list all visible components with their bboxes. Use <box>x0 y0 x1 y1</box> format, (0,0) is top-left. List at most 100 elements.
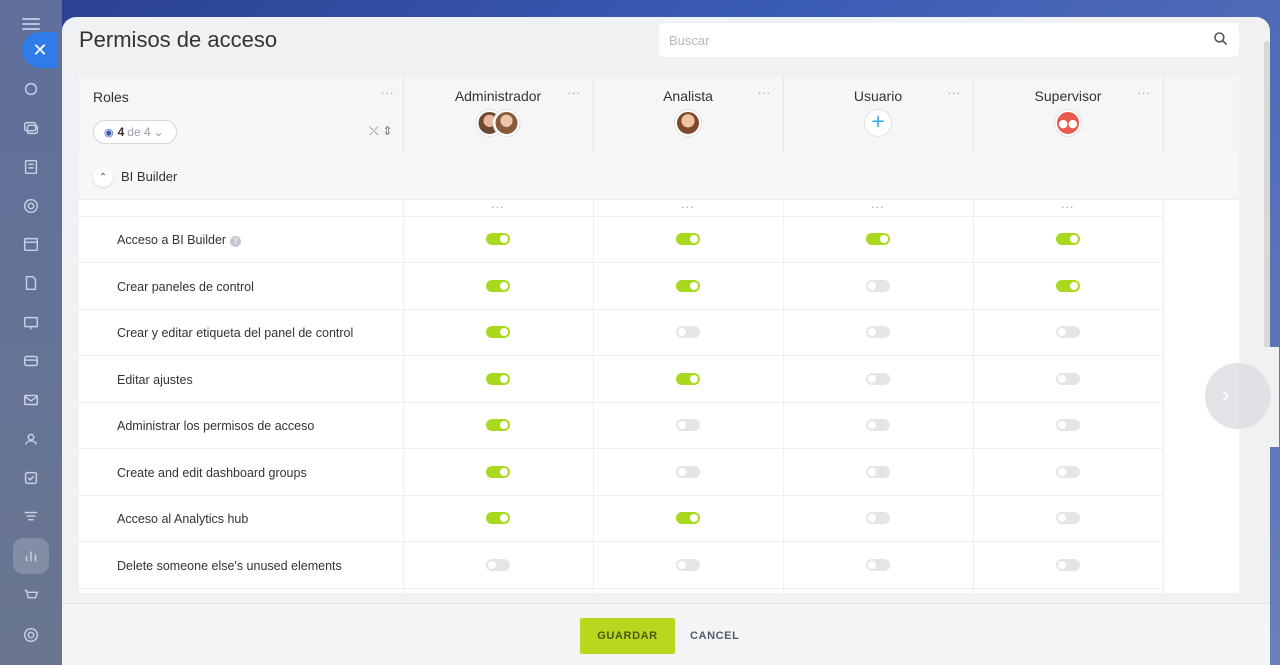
role-avatars[interactable] <box>675 110 701 136</box>
permission-label: Create and edit dashboard groups <box>117 466 307 480</box>
menu-icon[interactable] <box>22 18 40 30</box>
permission-toggle-usuario[interactable] <box>866 465 890 478</box>
save-button[interactable]: GUARDAR <box>580 618 675 654</box>
role-name: Supervisor <box>1034 88 1102 104</box>
permission-toggle-supervisor[interactable] <box>1056 465 1080 478</box>
permission-toggle-analista[interactable] <box>676 372 700 385</box>
permission-toggle-analista[interactable] <box>676 512 700 524</box>
permission-toggle-administrador[interactable] <box>486 326 510 338</box>
role-menu-icon[interactable]: ··· <box>1138 87 1152 100</box>
sidebar-analytics-icon[interactable] <box>20 545 42 567</box>
permission-label-text: Create and edit dashboard groups <box>117 465 307 480</box>
permission-label-text: Crear y editar etiqueta del panel de con… <box>117 326 354 340</box>
sidebar-contacts-icon[interactable] <box>20 428 42 450</box>
permission-toggle-administrador[interactable] <box>486 558 510 571</box>
avatar <box>493 110 520 136</box>
permission-toggle-analista[interactable] <box>676 465 700 478</box>
permission-toggle-analista[interactable] <box>676 419 700 431</box>
sidebar-document-icon[interactable] <box>20 272 42 294</box>
sort-icon[interactable]: ⤬ ⇕ <box>369 124 392 139</box>
permission-toggle-analista[interactable] <box>676 279 700 292</box>
roles-label: Roles <box>93 89 129 105</box>
permission-toggle-supervisor[interactable] <box>1056 512 1080 524</box>
role-avatars[interactable] <box>476 110 520 136</box>
permissions-panel: Permisos de acceso Buscar Roles ··· ◉ 4 … <box>62 17 1279 665</box>
app-sidebar <box>0 0 62 665</box>
permission-label-text: Acceso a BI Builder <box>117 233 227 247</box>
search-input[interactable]: Buscar <box>659 23 1239 57</box>
column-menu-icon[interactable]: ··· <box>681 201 695 214</box>
roles-menu-icon[interactable]: ··· <box>381 87 395 100</box>
permission-toggle-usuario[interactable] <box>866 279 890 292</box>
permission-label: Acceso al Analytics hub <box>117 512 248 526</box>
search-placeholder: Buscar <box>669 33 710 48</box>
permission-label: Crear y editar etiqueta del panel de con… <box>117 326 353 340</box>
sidebar-board-icon[interactable] <box>20 312 42 334</box>
role-column-analista: Analista ··· <box>593 77 783 153</box>
sidebar-funnel-icon[interactable] <box>20 506 42 528</box>
page-title: Permisos de acceso <box>79 27 278 52</box>
permission-toggle-supervisor[interactable] <box>1056 233 1080 245</box>
role-menu-icon[interactable]: ··· <box>568 87 582 100</box>
sidebar-cart-icon[interactable] <box>20 584 42 606</box>
permission-label: Administrar los permisos de acceso <box>117 419 314 433</box>
sidebar-mail-icon[interactable] <box>20 389 42 411</box>
permission-toggle-administrador[interactable] <box>486 279 510 292</box>
sidebar-card-icon[interactable] <box>20 350 42 372</box>
sidebar-check-icon[interactable] <box>20 467 42 489</box>
column-menu-icon[interactable]: ··· <box>1061 201 1075 214</box>
sidebar-chat-icon[interactable] <box>20 117 42 139</box>
permission-toggle-supervisor[interactable] <box>1056 558 1080 571</box>
role-menu-icon[interactable]: ··· <box>948 87 962 100</box>
permission-row: Acceso a BI Builder? <box>79 217 1164 263</box>
section-header[interactable]: ⌃ BI Builder <box>79 152 1239 200</box>
search-icon[interactable] <box>1213 31 1231 49</box>
permission-row: Delete someone else's unused elements <box>79 543 1164 589</box>
role-name: Administrador <box>454 88 542 104</box>
permission-row: Acceso al Analytics hub <box>79 496 1164 542</box>
group-icon: ●● <box>1055 110 1081 136</box>
permission-toggle-usuario[interactable] <box>866 512 890 524</box>
permission-label: Editar ajustes <box>117 373 193 387</box>
permission-toggle-analista[interactable] <box>676 558 700 571</box>
close-icon[interactable]: ✕ <box>22 32 58 68</box>
sidebar-target-icon[interactable] <box>20 195 42 217</box>
chevron-up-icon[interactable]: ⌃ <box>93 167 113 187</box>
permission-toggle-administrador[interactable] <box>486 372 510 385</box>
column-menu-icon[interactable]: ··· <box>871 201 885 214</box>
permission-toggle-usuario[interactable] <box>866 419 890 431</box>
permission-toggle-usuario[interactable] <box>866 326 890 338</box>
cancel-button[interactable]: CANCEL <box>690 630 739 642</box>
sidebar-feed-icon[interactable] <box>20 78 42 100</box>
permission-toggle-usuario[interactable] <box>866 233 890 245</box>
permission-toggle-administrador[interactable] <box>486 465 510 478</box>
permission-toggle-usuario[interactable] <box>866 372 890 385</box>
filter-total: de 4 <box>127 125 151 139</box>
permission-toggle-supervisor[interactable] <box>1056 279 1080 292</box>
permission-toggle-usuario[interactable] <box>866 558 890 571</box>
sidebar-tasks-icon[interactable] <box>20 156 42 178</box>
roles-filter[interactable]: ◉ 4 de 4 ⌄ <box>93 120 177 144</box>
chevron-right-icon[interactable]: › <box>1205 363 1271 429</box>
sidebar-settings-icon[interactable] <box>20 624 42 646</box>
plus-icon[interactable]: + <box>865 110 891 136</box>
permission-toggle-administrador[interactable] <box>486 419 510 431</box>
scrollbar[interactable] <box>1264 41 1270 371</box>
role-menu-icon[interactable]: ··· <box>758 87 772 100</box>
permission-label-text: Crear paneles de control <box>117 279 254 294</box>
permission-toggle-supervisor[interactable] <box>1056 419 1080 431</box>
role-avatars[interactable]: + <box>865 110 891 136</box>
role-avatars[interactable]: ●● <box>1055 110 1081 136</box>
sidebar-calendar-icon[interactable] <box>20 233 42 255</box>
role-name: Usuario <box>853 88 903 104</box>
help-icon[interactable]: ? <box>230 236 242 247</box>
column-menu-icon[interactable]: ··· <box>491 201 505 214</box>
permission-toggle-supervisor[interactable] <box>1056 326 1080 338</box>
permission-toggle-administrador[interactable] <box>486 233 510 245</box>
permission-toggle-analista[interactable] <box>676 233 700 245</box>
permission-toggle-supervisor[interactable] <box>1056 372 1080 385</box>
permission-toggle-administrador[interactable] <box>486 512 510 524</box>
permissions-content: ⌃ BI Builder ··· ··· ··· ··· Acceso a BI… <box>79 152 1239 593</box>
permission-row: Editar ajustes <box>79 357 1164 403</box>
permission-toggle-analista[interactable] <box>676 326 700 338</box>
